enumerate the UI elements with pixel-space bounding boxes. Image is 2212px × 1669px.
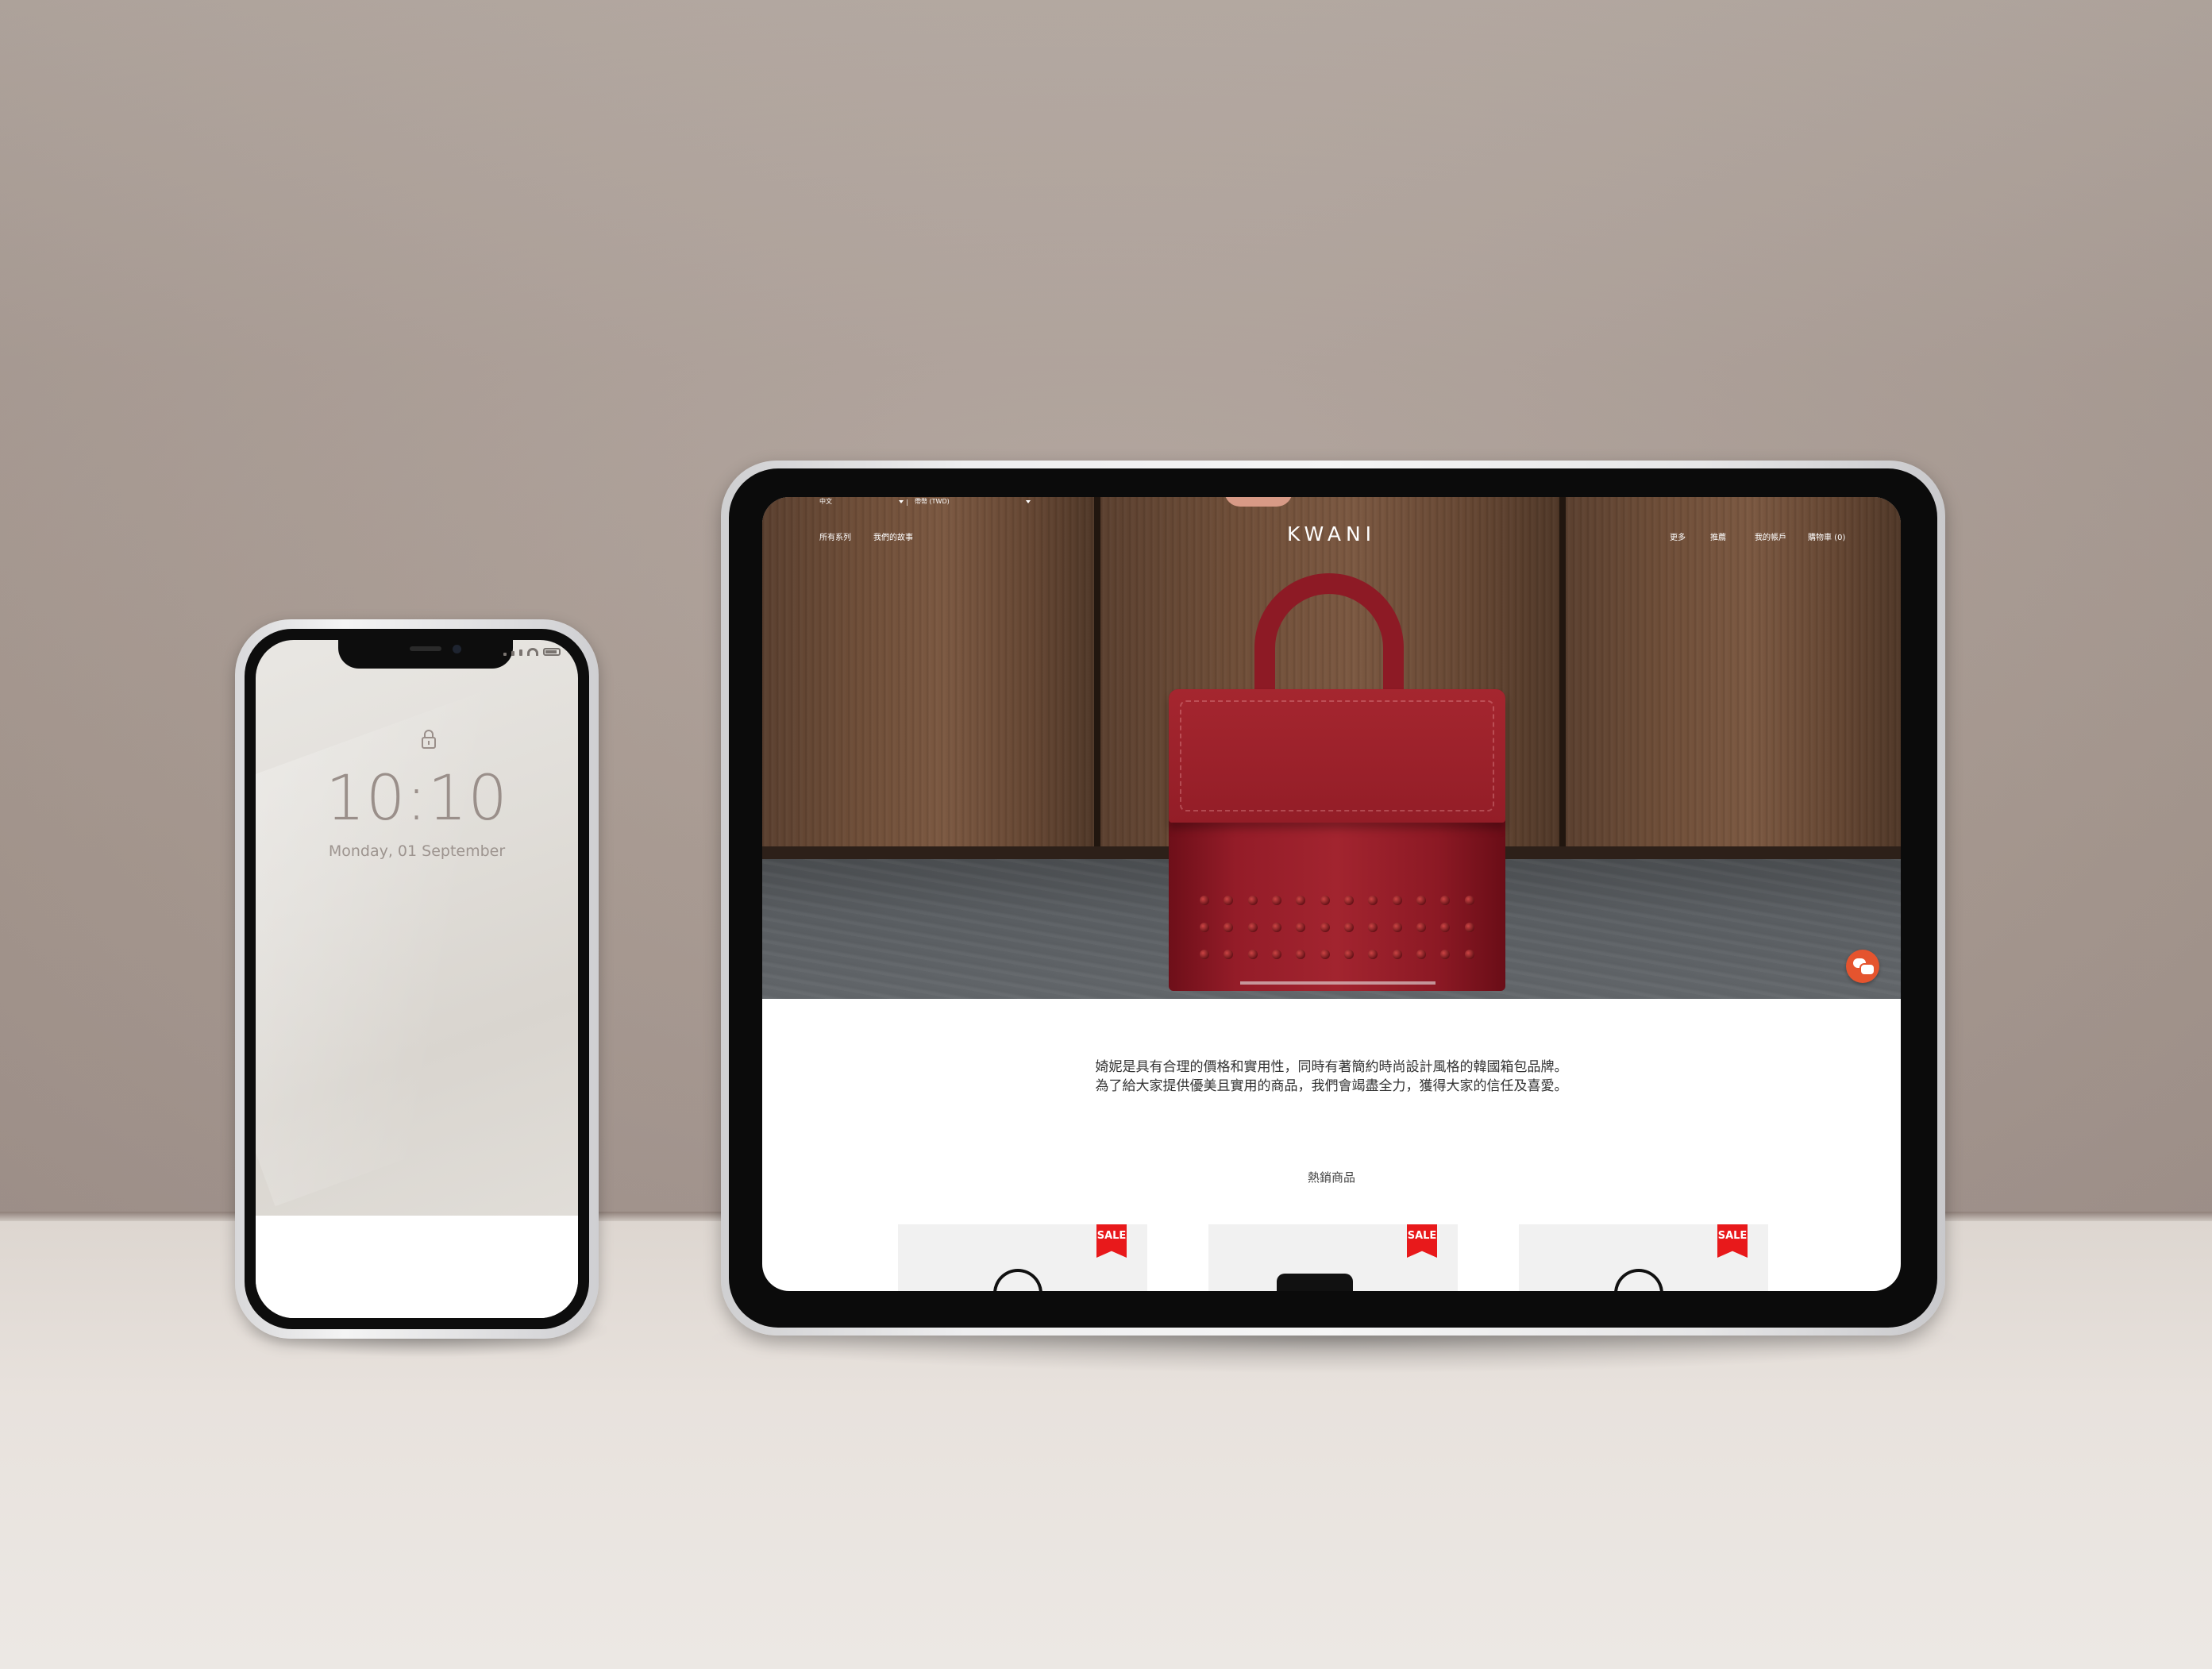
product-thumbnail-bag — [1614, 1269, 1663, 1291]
panel-gap — [1559, 497, 1566, 854]
wood-panel — [762, 497, 1094, 854]
phone-bezel: 10:10 Monday, 01 September — [245, 629, 589, 1329]
product-card[interactable]: SALE — [1208, 1224, 1458, 1291]
bag-studs — [1193, 896, 1482, 959]
sale-badge: SALE — [1096, 1224, 1127, 1258]
hero-banner[interactable]: 中文 帶幣 (TWD) 所有系列 我們的故事 KWANI 更多 推薦 我的帳戶 … — [762, 497, 1901, 999]
product-thumbnail-bag — [1277, 1274, 1353, 1291]
tablet: 中文 帶幣 (TWD) 所有系列 我們的故事 KWANI 更多 推薦 我的帳戶 … — [721, 461, 1945, 1336]
front-camera-icon — [453, 645, 461, 653]
product-card[interactable]: SALE — [1519, 1224, 1768, 1291]
panel-gap — [1094, 497, 1100, 854]
lock-screen-date: Monday, 01 September — [328, 842, 506, 860]
nav-cart[interactable]: 購物車 (0) — [1808, 530, 1845, 542]
red-handbag-product-photo — [1169, 573, 1505, 993]
sale-badge: SALE — [1717, 1224, 1748, 1258]
bag-stitching — [1180, 700, 1494, 811]
status-bar-icons — [503, 648, 561, 656]
caret-down-icon — [899, 500, 904, 503]
brand-intro-line: 婍妮是具有合理的價格和實用性，同時有著簡約時尚設計風格的韓國箱包品牌。 — [1095, 1059, 1568, 1075]
site-logo[interactable]: KWANI — [762, 522, 1901, 545]
speaker-grille — [410, 646, 441, 651]
phone-notch — [338, 640, 513, 669]
signal-bar-icon — [519, 649, 522, 656]
lock-icon — [422, 730, 436, 749]
brand-intro: 婍妮是具有合理的價格和實用性，同時有著簡約時尚設計風格的韓國箱包品牌。 為了給大… — [762, 1058, 1901, 1096]
nav-recommended[interactable]: 推薦 — [1710, 530, 1726, 542]
signal-bar-icon — [503, 653, 507, 656]
lock-screen-time: 10:10 — [326, 763, 508, 834]
site-topbar: 中文 帶幣 (TWD) — [762, 497, 1901, 508]
battery-icon — [543, 648, 561, 656]
currency-selector[interactable]: 帶幣 (TWD) — [915, 497, 950, 506]
product-thumbnail-bag — [993, 1269, 1042, 1291]
signal-bar-icon — [511, 651, 514, 656]
brand-intro-line: 為了給大家提供優美且實用的商品，我們會竭盡全力，獲得大家的信任及喜愛。 — [1095, 1078, 1568, 1094]
phone-screen-lower-area — [256, 1216, 578, 1318]
nav-my-account[interactable]: 我的帳戶 — [1755, 530, 1786, 542]
wood-panel — [1566, 497, 1901, 854]
bag-feet — [1240, 981, 1435, 985]
caret-down-icon — [1026, 500, 1031, 503]
chat-icon[interactable] — [1846, 950, 1879, 983]
topbar-divider — [907, 499, 908, 506]
tablet-screen: 中文 帶幣 (TWD) 所有系列 我們的故事 KWANI 更多 推薦 我的帳戶 … — [762, 497, 1901, 1291]
best-sellers-heading: 熱銷商品 — [1307, 1170, 1355, 1185]
language-selector[interactable]: 中文 — [819, 497, 832, 506]
nav-more[interactable]: 更多 — [1670, 530, 1686, 542]
phone-lock-screen[interactable]: 10:10 Monday, 01 September — [256, 640, 578, 1318]
sale-badge: SALE — [1407, 1224, 1437, 1258]
product-card[interactable]: SALE — [898, 1224, 1147, 1291]
smartphone: 10:10 Monday, 01 September — [235, 619, 599, 1339]
wifi-icon — [527, 648, 538, 656]
